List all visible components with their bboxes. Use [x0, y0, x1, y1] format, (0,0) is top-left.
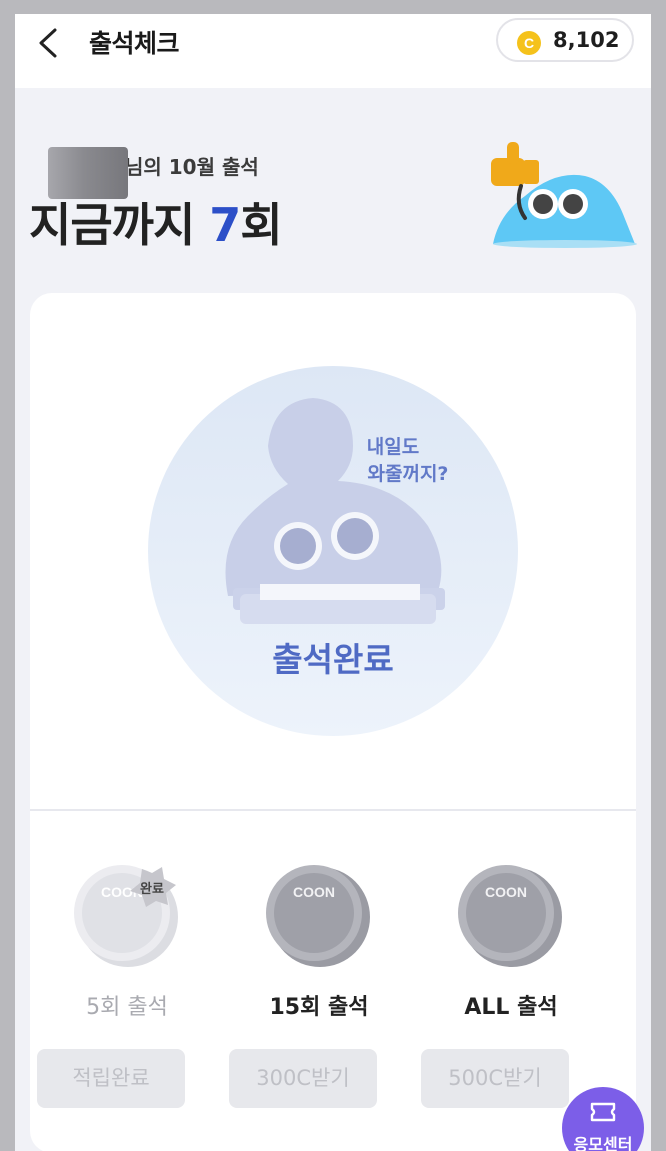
count-suffix: 회 — [240, 198, 282, 252]
stamp-bubble-line1: 내일도 — [367, 436, 419, 458]
attendance-card: 내일도 와줄꺼지? 출석완료 COON 완료 5회 출석 적립완료 COON 1… — [30, 293, 636, 1151]
stamp-bubble-line2: 와줄꺼지? — [368, 463, 449, 485]
subtitle-text: 님의 10월 출석 — [125, 155, 259, 179]
app-header: 출석체크 C 8,102 — [15, 14, 651, 88]
coin-symbol: C — [524, 35, 534, 51]
stamp-illustration: 내일도 와줄꺼지? 출석완료 — [148, 366, 518, 736]
coon-coin-icon: COON — [458, 865, 562, 967]
back-button[interactable] — [33, 26, 63, 60]
coin-icon: C — [517, 31, 541, 55]
chevron-left-icon — [39, 28, 57, 58]
completed-badge: 완료 — [140, 882, 164, 897]
coin-brand-text: COON — [293, 884, 335, 900]
reward-label: 15회 출석 — [269, 995, 369, 1020]
reward-claim-button[interactable]: 적립완료 — [37, 1049, 185, 1108]
reward-label: ALL 출석 — [464, 995, 558, 1020]
attendance-count: 지금까지 7회 — [29, 189, 283, 255]
page-title: 출석체크 — [89, 29, 180, 58]
coon-coin-icon: COON — [266, 865, 370, 967]
count-value: 7 — [209, 198, 241, 252]
stamp-status: 출석완료 — [272, 640, 393, 679]
section-divider — [30, 809, 636, 811]
mascot-thumbs-up-icon — [491, 142, 637, 248]
entry-center-label: 응모센터 — [573, 1135, 633, 1151]
reward-claim-button[interactable]: 300C받기 — [229, 1049, 377, 1108]
attendance-screen: 출석체크 C 8,102 님의 10월 출석 지금까지 7회 내일도 와줄꺼지?… — [15, 14, 651, 1151]
reward-claim-button[interactable]: 500C받기 — [421, 1049, 569, 1108]
count-prefix: 지금까지 — [29, 198, 210, 252]
ticket-icon — [590, 1102, 616, 1122]
coon-coin-icon: COON 완료 — [74, 865, 178, 967]
coin-brand-text: COON — [485, 884, 527, 900]
coin-balance-value: 8,102 — [553, 28, 620, 52]
reward-label: 5회 출석 — [86, 995, 168, 1020]
coin-balance-pill[interactable]: C 8,102 — [496, 18, 634, 62]
